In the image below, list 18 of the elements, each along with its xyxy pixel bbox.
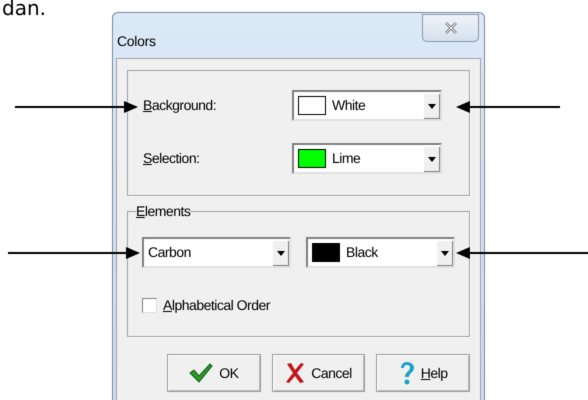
cancel-button[interactable]: Cancel: [272, 354, 366, 392]
checkbox-label: Alphabetical Order: [163, 296, 270, 315]
close-icon: [444, 22, 456, 34]
checkbox[interactable]: [142, 298, 157, 313]
element-dropdown[interactable]: Carbon: [142, 237, 291, 268]
ok-button[interactable]: OK: [167, 354, 261, 392]
field-label: Background:: [143, 96, 216, 115]
caption-text: dan.: [2, 0, 46, 19]
x-mark-icon: [285, 362, 306, 384]
window-title: Colors: [117, 32, 156, 51]
color-dropdown[interactable]: White: [292, 90, 442, 121]
question-mark-icon: [398, 361, 415, 385]
close-button[interactable]: [422, 14, 479, 42]
color-dropdown[interactable]: Lime: [292, 143, 442, 174]
checkmark-icon: [189, 363, 214, 383]
field-label: Selection:: [143, 149, 200, 168]
color-dropdown[interactable]: Black: [306, 237, 455, 268]
help-button[interactable]: Help: [376, 354, 470, 392]
